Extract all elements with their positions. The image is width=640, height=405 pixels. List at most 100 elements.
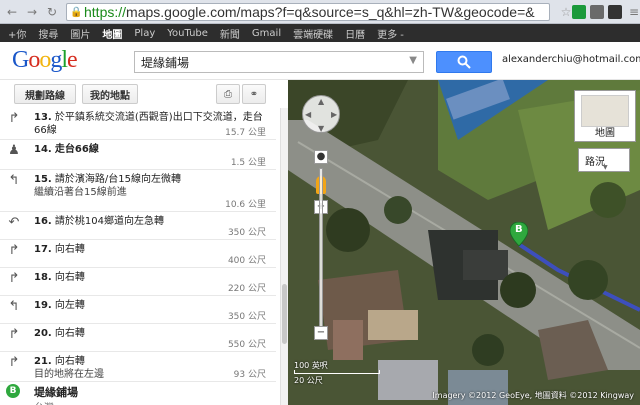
maps-header: Google 堤緣鋪場 ▼ alexanderchiu@hotmail.com xyxy=(0,42,640,80)
gbar-item-youtube[interactable]: YouTube xyxy=(167,28,208,39)
google-logo[interactable]: Google xyxy=(12,47,78,74)
gbar-item-drive[interactable]: 雲端硬碟 xyxy=(293,26,333,41)
step-subtext: 目的地將在左邊 xyxy=(34,369,104,380)
list-item[interactable]: ↱ 20. 向右轉 550 公尺 xyxy=(0,324,276,352)
map-type-button[interactable]: 地圖 xyxy=(574,90,636,142)
google-bar: +你 搜尋 圖片 地圖 Play YouTube 新聞 Gmail 雲端硬碟 日… xyxy=(0,24,640,42)
print-icon[interactable]: ⎙ xyxy=(216,84,240,104)
turn-left-icon: ↰ xyxy=(8,299,20,314)
list-item[interactable]: ↱ 13. 於平鎮系統交流道(西觀音)出口下交流道，走台66線 15.7 公里 xyxy=(0,108,276,140)
chevron-down-icon: ▼ xyxy=(603,164,608,171)
satellite-map[interactable]: ▲ ▼ ◀ ▶ ● + − 地圖 路況 ▼ B 100 英呎 20 公尺 Ima… xyxy=(288,80,640,405)
step-distance: 15.7 公里 xyxy=(225,128,266,138)
step-text: 走台66線 xyxy=(54,144,99,155)
reload-icon[interactable]: ↻ xyxy=(44,4,60,20)
gbar-item-gmail[interactable]: Gmail xyxy=(252,28,281,39)
user-email[interactable]: alexanderchiu@hotmail.com xyxy=(502,54,640,65)
list-item[interactable]: ↱ 17. 向右轉 400 公尺 xyxy=(0,240,276,268)
panel-scrollbar[interactable] xyxy=(280,108,288,405)
step-text: 請於桃104鄉道向左急轉 xyxy=(54,216,164,227)
list-item[interactable]: ↱ 21. 向右轉 目的地將在左邊 93 公尺 xyxy=(0,352,276,382)
step-distance: 350 公尺 xyxy=(227,228,266,238)
pan-left-icon[interactable]: ◀ xyxy=(305,110,311,119)
turn-right-icon: ↱ xyxy=(8,271,20,286)
step-subtext: 繼續沿著台15線前進 xyxy=(34,187,127,198)
search-input[interactable]: 堤緣鋪場 ▼ xyxy=(134,51,424,73)
gbar-item-search[interactable]: 搜尋 xyxy=(38,26,58,41)
step-number: 13. xyxy=(34,112,52,123)
address-bar[interactable]: 🔒 https:// maps.google.com/maps?f=q&sour… xyxy=(66,3,550,21)
destination-name[interactable]: 堤緣鋪場 xyxy=(34,384,78,400)
step-number: 21. xyxy=(34,356,52,367)
scale-m: 20 公尺 xyxy=(294,376,323,385)
walk-icon: ♟ xyxy=(8,143,20,158)
turn-right-icon: ↱ xyxy=(8,111,20,126)
step-distance: 10.6 公里 xyxy=(225,200,266,210)
arrow-left-icon[interactable]: ← xyxy=(4,4,20,20)
pin-label: B xyxy=(515,224,523,235)
traffic-label: 路況 xyxy=(585,157,605,168)
step-number: 17. xyxy=(34,244,52,255)
list-item[interactable]: ↶ 16. 請於桃104鄉道向左急轉 350 公尺 xyxy=(0,212,276,240)
step-text: 向右轉 xyxy=(54,244,85,255)
step-distance: 1.5 公里 xyxy=(230,158,266,168)
extension-icon[interactable] xyxy=(608,5,622,19)
gbar-item-play[interactable]: Play xyxy=(134,28,155,39)
url-scheme: https:// xyxy=(84,4,127,20)
extension-icon[interactable] xyxy=(590,5,604,19)
list-item[interactable]: ↰ 15. 請於濱海路/台15線向左微轉 繼續沿著台15線前進 10.6 公里 xyxy=(0,170,276,212)
gbar-item-more[interactable]: 更多 - xyxy=(377,26,404,41)
pan-control[interactable]: ▲ ▼ ◀ ▶ xyxy=(302,95,340,133)
gbar-item-maps[interactable]: 地圖 xyxy=(102,26,122,41)
slight-left-icon: ↰ xyxy=(8,173,20,188)
step-number: 14. xyxy=(34,144,52,155)
panel-toolbar: 規劃路線 我的地點 ⎙ ⚭ xyxy=(0,80,288,108)
menu-icon[interactable]: ≡ xyxy=(626,4,640,20)
list-item[interactable]: ↱ 18. 向右轉 220 公尺 xyxy=(0,268,276,296)
sharp-left-icon: ↶ xyxy=(8,215,20,230)
url-text: maps.google.com/maps?f=q&source=s_q&hl=z… xyxy=(126,4,535,20)
browser-toolbar: ← → ↻ 🔒 https:// maps.google.com/maps?f=… xyxy=(0,0,640,24)
step-text: 向右轉 xyxy=(54,328,85,339)
list-item[interactable]: ♟ 14. 走台66線 1.5 公里 xyxy=(0,140,276,170)
step-number: 16. xyxy=(34,216,52,227)
step-distance: 93 公尺 xyxy=(233,370,266,380)
step-distance: 550 公尺 xyxy=(227,340,266,350)
step-distance: 220 公尺 xyxy=(227,284,266,294)
map-type-label: 地圖 xyxy=(595,128,615,139)
pan-up-icon[interactable]: ▲ xyxy=(318,97,324,106)
directions-panel: ↱ 13. 於平鎮系統交流道(西觀音)出口下交流道，走台66線 15.7 公里 … xyxy=(0,108,280,405)
link-icon[interactable]: ⚭ xyxy=(242,84,266,104)
zoom-out-button[interactable]: − xyxy=(314,326,328,340)
arrow-right-icon[interactable]: → xyxy=(24,4,40,20)
destination-pin-icon[interactable]: B xyxy=(510,222,528,246)
my-places-button[interactable]: 我的地點 xyxy=(82,84,138,104)
gbar-item-plus[interactable]: +你 xyxy=(8,26,26,41)
pan-right-icon[interactable]: ▶ xyxy=(331,110,337,119)
gbar-item-news[interactable]: 新聞 xyxy=(220,26,240,41)
chevron-down-icon[interactable]: ▼ xyxy=(409,55,417,66)
traffic-button[interactable]: 路況 ▼ xyxy=(578,148,630,172)
location-icon[interactable]: ● xyxy=(314,150,328,164)
zoom-slider[interactable] xyxy=(319,168,323,340)
directions-button[interactable]: 規劃路線 xyxy=(14,84,76,104)
lock-icon: 🔒 xyxy=(70,6,83,18)
gbar-item-images[interactable]: 圖片 xyxy=(70,26,90,41)
turn-right-icon: ↱ xyxy=(8,355,20,370)
extension-icon[interactable] xyxy=(572,5,586,19)
step-number: 15. xyxy=(34,174,52,185)
scrollbar-thumb[interactable] xyxy=(282,284,287,344)
step-number: 20. xyxy=(34,328,52,339)
search-button[interactable] xyxy=(436,51,492,73)
scale-bar: 100 英呎 20 公尺 xyxy=(294,360,384,386)
gbar-item-calendar[interactable]: 日曆 xyxy=(345,26,365,41)
pan-down-icon[interactable]: ▼ xyxy=(318,124,324,133)
step-distance: 400 公尺 xyxy=(227,256,266,266)
step-text: 向右轉 xyxy=(54,272,85,283)
map-copyright: Imagery ©2012 GeoEye, 地圖資料 ©2012 Kingway xyxy=(432,391,634,400)
step-number: 18. xyxy=(34,272,52,283)
turn-right-icon: ↱ xyxy=(8,243,20,258)
list-item[interactable]: ↰ 19. 向左轉 350 公尺 xyxy=(0,296,276,324)
search-icon xyxy=(457,55,471,69)
step-number: 19. xyxy=(34,300,52,311)
